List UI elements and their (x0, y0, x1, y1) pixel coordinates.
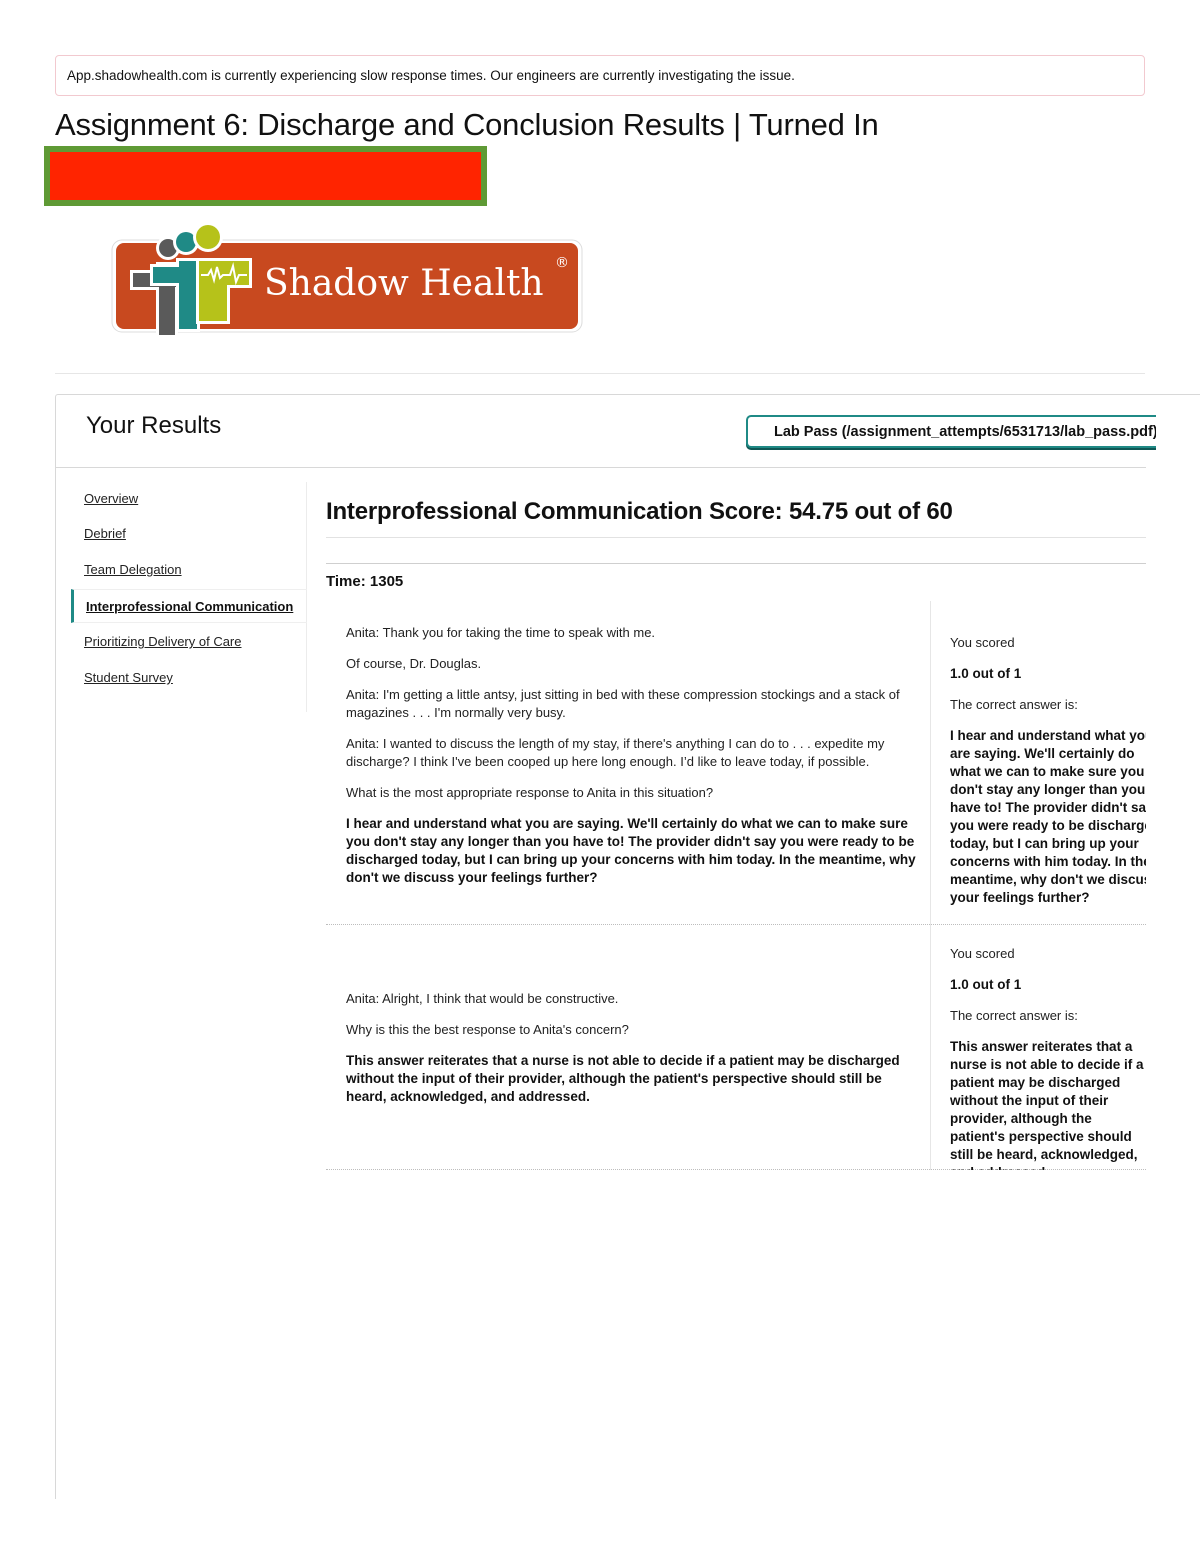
sidebar-link-team-delegation[interactable]: Team Delegation (84, 562, 182, 577)
score-panel: You scored 1.0 out of 1 The correct answ… (950, 945, 1146, 1170)
question-score: 1.0 out of 1 (950, 977, 1022, 992)
divider (326, 563, 1146, 564)
sidebar-item-debrief[interactable]: Debrief (56, 517, 307, 551)
correct-answer-label: The correct answer is: (950, 697, 1078, 712)
sidebar-link-overview[interactable]: Overview (84, 491, 138, 506)
results-card: Your Results Lab Pass (/assignment_attem… (55, 394, 1200, 1499)
results-sidebar-nav: Overview Debrief Team Delegation Interpr… (56, 482, 307, 712)
question-content: Anita: Thank you for taking the time to … (346, 624, 916, 900)
question-score: 1.0 out of 1 (950, 666, 1022, 681)
sidebar-link-interprofessional-communication[interactable]: Interprofessional Communication (86, 599, 293, 614)
results-header: Your Results Lab Pass (/assignment_attem… (56, 395, 1156, 468)
slow-response-alert: App.shadowhealth.com is currently experi… (55, 55, 1145, 96)
score-heading: Interprofessional Communication Score: 5… (326, 498, 953, 525)
sidebar-item-prioritizing-delivery-of-care[interactable]: Prioritizing Delivery of Care (56, 625, 307, 659)
shadow-health-logo-graphic: Shadow Health ® (111, 222, 583, 338)
dialogue-line: Anita: Thank you for taking the time to … (346, 625, 656, 640)
dialogue-line: Anita: I'm getting a little antsy, just … (346, 687, 900, 720)
question-row: Anita: Thank you for taking the time to … (326, 601, 1146, 925)
lab-pass-button[interactable]: Lab Pass (/assignment_attempts/6531713/l… (746, 415, 1156, 448)
score-panel: You scored 1.0 out of 1 The correct answ… (950, 634, 1146, 924)
question-prompt: Why is this the best response to Anita's… (346, 1022, 629, 1037)
dialogue-line: Anita: I wanted to discuss the length of… (346, 736, 885, 769)
you-scored-label: You scored (950, 946, 1015, 961)
dialogue-line: Of course, Dr. Douglas. (346, 656, 482, 671)
shadow-health-logo: Shadow Health ® (108, 220, 586, 346)
divider (326, 537, 1146, 538)
logo-wordmark: Shadow Health (264, 263, 544, 304)
time-label: Time: 1305 (326, 573, 404, 590)
question-row: Anita: Alright, I think that would be co… (326, 925, 1146, 1170)
you-scored-label: You scored (950, 635, 1015, 650)
results-title: Your Results (86, 412, 222, 439)
correct-answer: I hear and understand what you are sayin… (950, 728, 1146, 905)
dialogue-line: Anita: Alright, I think that would be co… (346, 991, 619, 1006)
question-prompt: What is the most appropriate response to… (346, 785, 714, 800)
selected-answer: This answer reiterates that a nurse is n… (346, 1053, 900, 1104)
sidebar-link-prioritizing-delivery-of-care[interactable]: Prioritizing Delivery of Care (84, 634, 242, 649)
logo-divider (55, 373, 1145, 374)
question-content: Anita: Alright, I think that would be co… (346, 990, 916, 1119)
sidebar-item-student-survey[interactable]: Student Survey (56, 661, 307, 695)
column-divider (930, 601, 931, 925)
sidebar-item-overview[interactable]: Overview (56, 482, 307, 516)
redacted-block (44, 146, 487, 206)
registered-mark: ® (555, 255, 569, 271)
correct-answer-label: The correct answer is: (950, 1008, 1078, 1023)
column-divider (930, 925, 931, 1170)
correct-answer: This answer reiterates that a nurse is n… (950, 1039, 1144, 1170)
selected-answer: I hear and understand what you are sayin… (346, 816, 916, 885)
sidebar-link-student-survey[interactable]: Student Survey (84, 670, 173, 685)
sidebar-item-team-delegation[interactable]: Team Delegation (56, 553, 307, 587)
sidebar-link-debrief[interactable]: Debrief (84, 526, 126, 541)
sidebar-item-interprofessional-communication[interactable]: Interprofessional Communication (71, 589, 307, 623)
page-title: Assignment 6: Discharge and Conclusion R… (55, 107, 879, 142)
alert-message: App.shadowhealth.com is currently experi… (67, 68, 795, 83)
